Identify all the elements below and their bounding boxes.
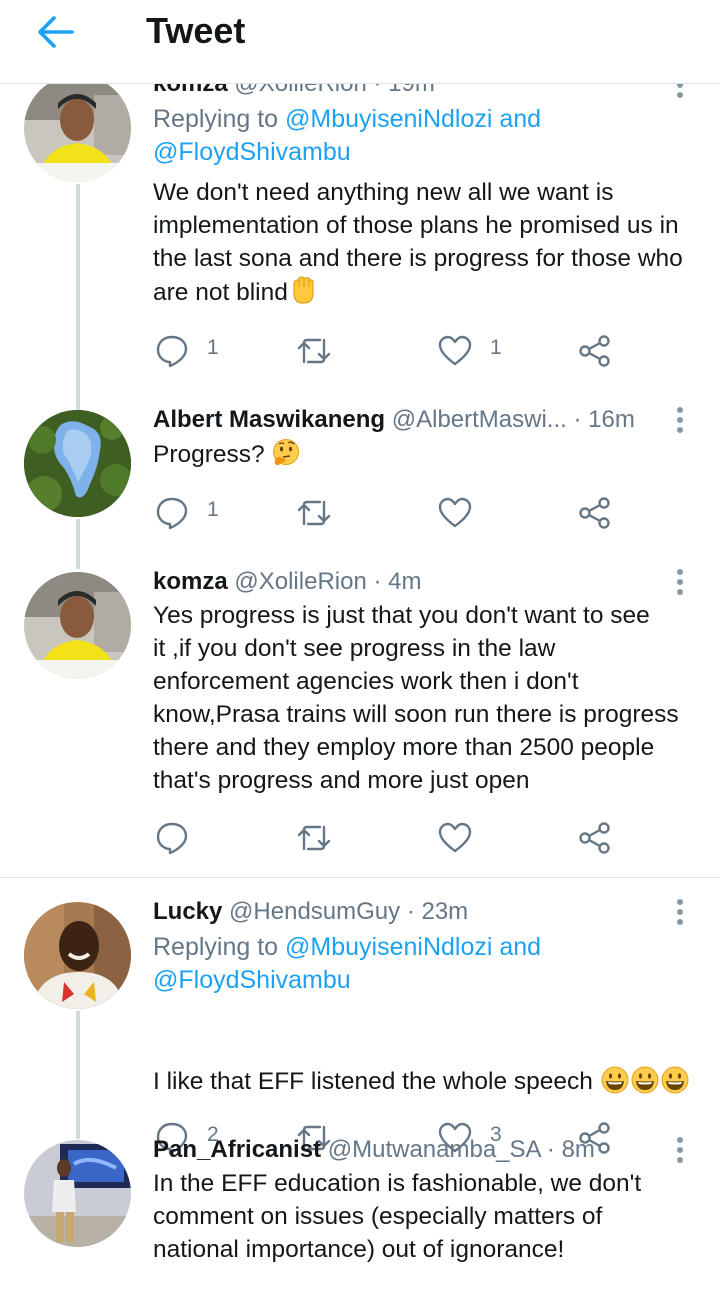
text-line: the last sona and there is progress for …: [153, 245, 683, 272]
heart-icon[interactable]: [438, 496, 472, 530]
tweet-actions: 1 1: [153, 330, 713, 370]
avatar-komza[interactable]: [24, 572, 131, 679]
grinning-face-emoji: [661, 1066, 689, 1094]
tweet-text: Progress?: [153, 438, 708, 471]
replying-to-link[interactable]: @FloydShivambu: [153, 966, 351, 994]
text-line: implementation of those plans he promise…: [153, 212, 679, 239]
back-button[interactable]: [36, 12, 76, 52]
replying-to: Replying to @MbuyiseniNdlozi and @FloydS…: [153, 103, 703, 169]
timestamp: 23m: [421, 898, 469, 925]
more-options-button[interactable]: [672, 1135, 688, 1165]
thread-line: [76, 519, 80, 569]
replies-feed[interactable]: komza @XolileRion · 19m Replying to @Mbu…: [0, 60, 720, 1289]
tweet-header: Lucky @HendsumGuy · 23m: [153, 896, 468, 928]
separator-dot: ·: [373, 568, 382, 595]
separator-dot: ·: [406, 898, 415, 925]
tweet-text: Yes progress is just that you don't want…: [153, 599, 708, 797]
replying-to-prefix: Replying to: [153, 933, 279, 961]
tweet-komza-2[interactable]: komza @XolileRion · 4m Yes progress is j…: [0, 568, 720, 878]
reply-count: 1: [207, 336, 219, 359]
share-icon[interactable]: [578, 334, 612, 368]
text-line: I like that EFF listened the whole speec…: [153, 1068, 593, 1095]
author-name[interactable]: Albert Maswikaneng: [153, 406, 385, 433]
tweet-albert[interactable]: Albert Maswikaneng @AlbertMaswi... · 16m…: [0, 406, 720, 572]
share-icon[interactable]: [578, 496, 612, 530]
top-bar: Tweet: [0, 0, 720, 84]
thinking-face-emoji: [273, 439, 300, 466]
author-name[interactable]: Lucky: [153, 898, 222, 925]
heart-icon[interactable]: [438, 334, 472, 368]
text-line: know,Prasa trains will soon run there is…: [153, 701, 679, 728]
more-options-button[interactable]: [672, 567, 688, 597]
reply-icon[interactable]: [155, 821, 189, 855]
text-line: it ,if you don't see progress in the law: [153, 635, 556, 662]
tweet-komza-1[interactable]: komza @XolileRion · 19m Replying to @Mbu…: [0, 60, 720, 459]
separator-dot: ·: [546, 1136, 555, 1163]
text-line: are not blind: [153, 279, 288, 306]
tweet-text: We don't need anything new all we want i…: [153, 176, 708, 309]
author-name[interactable]: komza: [153, 568, 228, 595]
tweet-lucky[interactable]: Lucky @HendsumGuy · 23m Replying to @Mbu…: [0, 898, 720, 1155]
timestamp: 16m: [588, 406, 635, 433]
avatar-lucky[interactable]: [24, 902, 131, 1009]
text-line: Progress?: [153, 441, 265, 468]
tweet-header: Albert Maswikaneng @AlbertMaswi... · 16m: [153, 404, 635, 436]
heart-icon[interactable]: [438, 821, 472, 855]
more-options-button[interactable]: [672, 405, 688, 435]
avatar-pan-africanist[interactable]: [24, 1140, 131, 1247]
divider: [0, 877, 720, 878]
page-title: Tweet: [146, 10, 246, 51]
grinning-face-emoji: [631, 1066, 659, 1094]
timestamp: 8m: [561, 1136, 595, 1163]
tweet-actions: 1: [153, 492, 713, 532]
arrow-left-icon[interactable]: [36, 12, 76, 52]
raised-fist-emoji: [293, 276, 314, 304]
author-handle[interactable]: @AlbertMaswi...: [392, 406, 567, 433]
text-line: comment on issues (especially matters of: [153, 1203, 603, 1230]
text-line: that's progress and more just open: [153, 767, 530, 794]
retweet-icon[interactable]: [296, 334, 332, 368]
reply-count: 1: [207, 498, 219, 521]
tweet-actions: [153, 817, 713, 857]
tweet-text: In the EFF education is fashionable, we …: [153, 1167, 708, 1266]
more-options-button[interactable]: [672, 897, 688, 927]
text-line: We don't need anything new all we want i…: [153, 179, 614, 206]
tweet-text: I like that EFF listened the whole speec…: [153, 1065, 708, 1098]
replying-to-link[interactable]: @MbuyiseniNdlozi and: [285, 105, 541, 133]
replying-to-link[interactable]: @MbuyiseniNdlozi and: [285, 933, 541, 961]
thread-line: [76, 1011, 80, 1139]
reply-icon[interactable]: [155, 334, 189, 368]
retweet-icon[interactable]: [296, 496, 332, 530]
replying-to: Replying to @MbuyiseniNdlozi and @FloydS…: [153, 931, 703, 997]
text-line: enforcement agencies work then i don't: [153, 668, 579, 695]
avatar-albert[interactable]: [24, 410, 131, 517]
avatar-komza[interactable]: [24, 75, 131, 182]
tweet-pan-africanist[interactable]: Pan_Africanist @Mutwanamba_SA · 8m In th…: [0, 1136, 720, 1289]
text-line: Yes progress is just that you don't want…: [153, 602, 650, 629]
replying-to-link[interactable]: @FloydShivambu: [153, 138, 351, 166]
author-handle[interactable]: @HendsumGuy: [229, 898, 400, 925]
separator-dot: ·: [573, 406, 582, 433]
text-line: there and they employ more than 2500 peo…: [153, 734, 655, 761]
text-line: national importance) out of ignorance!: [153, 1236, 565, 1263]
reply-icon[interactable]: [155, 496, 189, 530]
tweet-header: komza @XolileRion · 4m: [153, 566, 421, 598]
retweet-icon[interactable]: [296, 821, 332, 855]
text-line: In the EFF education is fashionable, we …: [153, 1170, 642, 1197]
tweet-header: Pan_Africanist @Mutwanamba_SA · 8m: [153, 1134, 595, 1166]
share-icon[interactable]: [578, 821, 612, 855]
author-name[interactable]: Pan_Africanist: [153, 1136, 321, 1163]
grinning-face-emoji: [601, 1066, 629, 1094]
timestamp: 4m: [388, 568, 422, 595]
author-handle[interactable]: @XolileRion: [234, 568, 366, 595]
like-count: 1: [490, 336, 502, 359]
replying-to-prefix: Replying to: [153, 105, 279, 133]
author-handle[interactable]: @Mutwanamba_SA: [328, 1136, 540, 1163]
